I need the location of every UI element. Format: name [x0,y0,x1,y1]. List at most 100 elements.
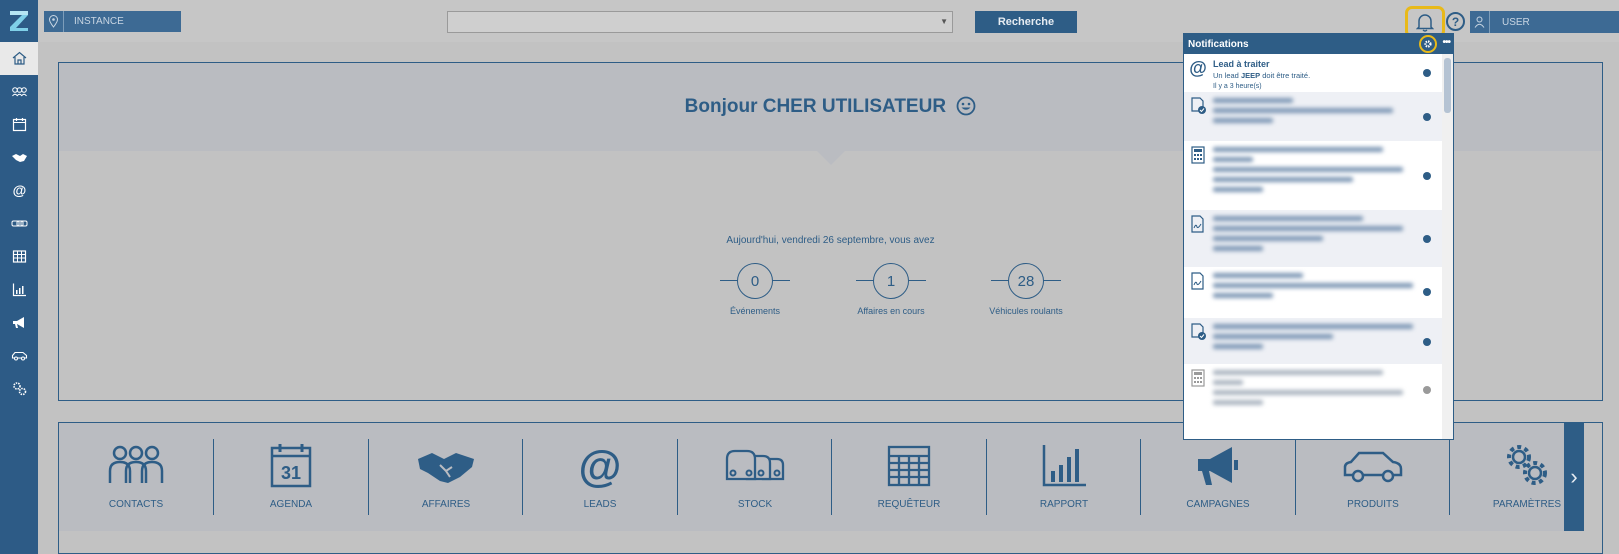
unread-dot [1423,235,1431,243]
module-requeteur[interactable]: REQUÊTEUR [832,423,986,531]
help-icon: ? [1451,14,1460,29]
unread-dot [1423,172,1431,180]
more-options-icon[interactable]: ••• [1442,37,1450,48]
module-leads[interactable]: @ LEADS [523,423,677,531]
notification-item[interactable]: @ Lead à traiter Un lead JEEP doit être … [1184,54,1443,92]
modules-next-button[interactable]: › [1564,423,1584,531]
document-check-icon [1191,323,1206,340]
svg-text:@: @ [1189,59,1207,77]
at-icon: @ [579,443,622,489]
contacts-icon [11,87,27,97]
module-contacts[interactable]: CONTACTS [59,423,213,531]
notifications-settings-button[interactable] [1419,35,1437,53]
module-rapport[interactable]: RAPPORT [987,423,1141,531]
notification-item[interactable] [1184,210,1443,267]
notification-item[interactable] [1184,141,1443,210]
megaphone-icon [1198,447,1238,485]
help-button[interactable]: ? [1446,12,1465,31]
notification-item[interactable] [1184,267,1443,318]
notifications-title: Notifications [1188,38,1249,50]
notifications-scrollbar[interactable] [1442,54,1453,439]
calculator-icon [1191,146,1205,164]
header-notch [817,151,845,165]
stat-value: 28 [1008,263,1044,299]
notification-item[interactable] [1184,364,1443,424]
contacts-icon [108,445,164,483]
logo-icon [10,11,28,31]
home-icon [12,51,26,65]
document-sign-icon [1191,215,1204,233]
search-select[interactable]: ▼ [447,11,953,33]
calendar-icon [12,118,26,132]
table-icon [12,250,26,263]
svg-text:@: @ [12,182,26,198]
welcome-title: Bonjour CHER UTILISATEUR [685,96,977,118]
notifications-list: @ Lead à traiter Un lead JEEP doit être … [1184,54,1443,439]
svg-text:31: 31 [281,463,301,483]
search-button[interactable]: Recherche [975,11,1077,33]
caret-down-icon: ▼ [940,17,948,26]
cars-icon [725,449,785,481]
chart-icon [12,283,26,297]
at-icon: @ [1189,59,1207,77]
stat-value: 0 [737,263,773,299]
module-agenda[interactable]: 31 AGENDA [214,423,368,531]
gear-icon [1424,40,1432,48]
instance-label: INSTANCE [74,16,124,27]
document-sign-icon [1191,272,1204,290]
notification-item[interactable] [1184,318,1443,364]
megaphone-icon [12,317,24,328]
sidebar-item-produits[interactable] [0,339,38,372]
chart-icon [1042,445,1086,487]
read-dot [1423,386,1431,394]
app-logo[interactable] [0,0,38,42]
chevron-right-icon: › [1570,464,1578,489]
cars-icon [11,220,27,227]
sidebar-item-leads[interactable]: @ [0,174,38,207]
stat-value: 1 [873,263,909,299]
user-menu[interactable]: USER [1470,11,1619,33]
calculator-icon [1191,369,1205,387]
svg-text:@: @ [579,443,622,489]
gears-icon [12,382,26,396]
stat-label: Événements [729,306,781,316]
unread-dot [1423,288,1431,296]
unread-dot [1423,69,1431,77]
instance-selector[interactable]: INSTANCE [44,11,181,32]
stat-label: Véhicules roulants [989,306,1063,316]
car-icon [11,351,27,361]
sidebar-item-stock[interactable] [0,207,38,240]
smiley-icon [956,96,976,116]
stat-affaires[interactable]: 1 Affaires en cours [831,263,951,316]
scrollbar-thumb[interactable] [1444,58,1451,113]
notifications-header: Notifications ••• [1184,34,1453,54]
bell-icon [1416,14,1434,32]
sidebar-item-home[interactable] [0,42,38,75]
handshake-icon [418,453,474,483]
module-stock[interactable]: STOCK [678,423,832,531]
sidebar-item-affaires[interactable] [0,141,38,174]
stat-evenements[interactable]: 0 Événements [695,263,815,316]
sidebar-item-contacts[interactable] [0,75,38,108]
table-icon [887,445,931,487]
unread-dot [1423,338,1431,346]
sidebar-item-rapport[interactable] [0,273,38,306]
module-affaires[interactable]: AFFAIRES [369,423,523,531]
sidebar: @ [0,0,38,554]
location-pin-icon [44,11,64,32]
user-label: USER [1502,16,1530,28]
sidebar-item-campagnes[interactable] [0,306,38,339]
calendar-icon: 31 [270,444,312,488]
car-icon [1343,451,1403,483]
sidebar-item-requeteur[interactable] [0,240,38,273]
stat-label: Affaires en cours [857,306,925,316]
gears-icon [1507,445,1547,485]
unread-dot [1423,113,1431,121]
stat-vehicules[interactable]: 28 Véhicules roulants [966,263,1086,316]
modules-panel: CONTACTS 31 AGENDA AFFAIRES @ LEADS STOC… [58,422,1603,554]
document-check-icon [1191,97,1206,114]
notification-item[interactable] [1184,92,1443,141]
sidebar-item-parametres[interactable] [0,372,38,405]
sidebar-item-agenda[interactable] [0,108,38,141]
at-icon: @ [12,182,26,198]
